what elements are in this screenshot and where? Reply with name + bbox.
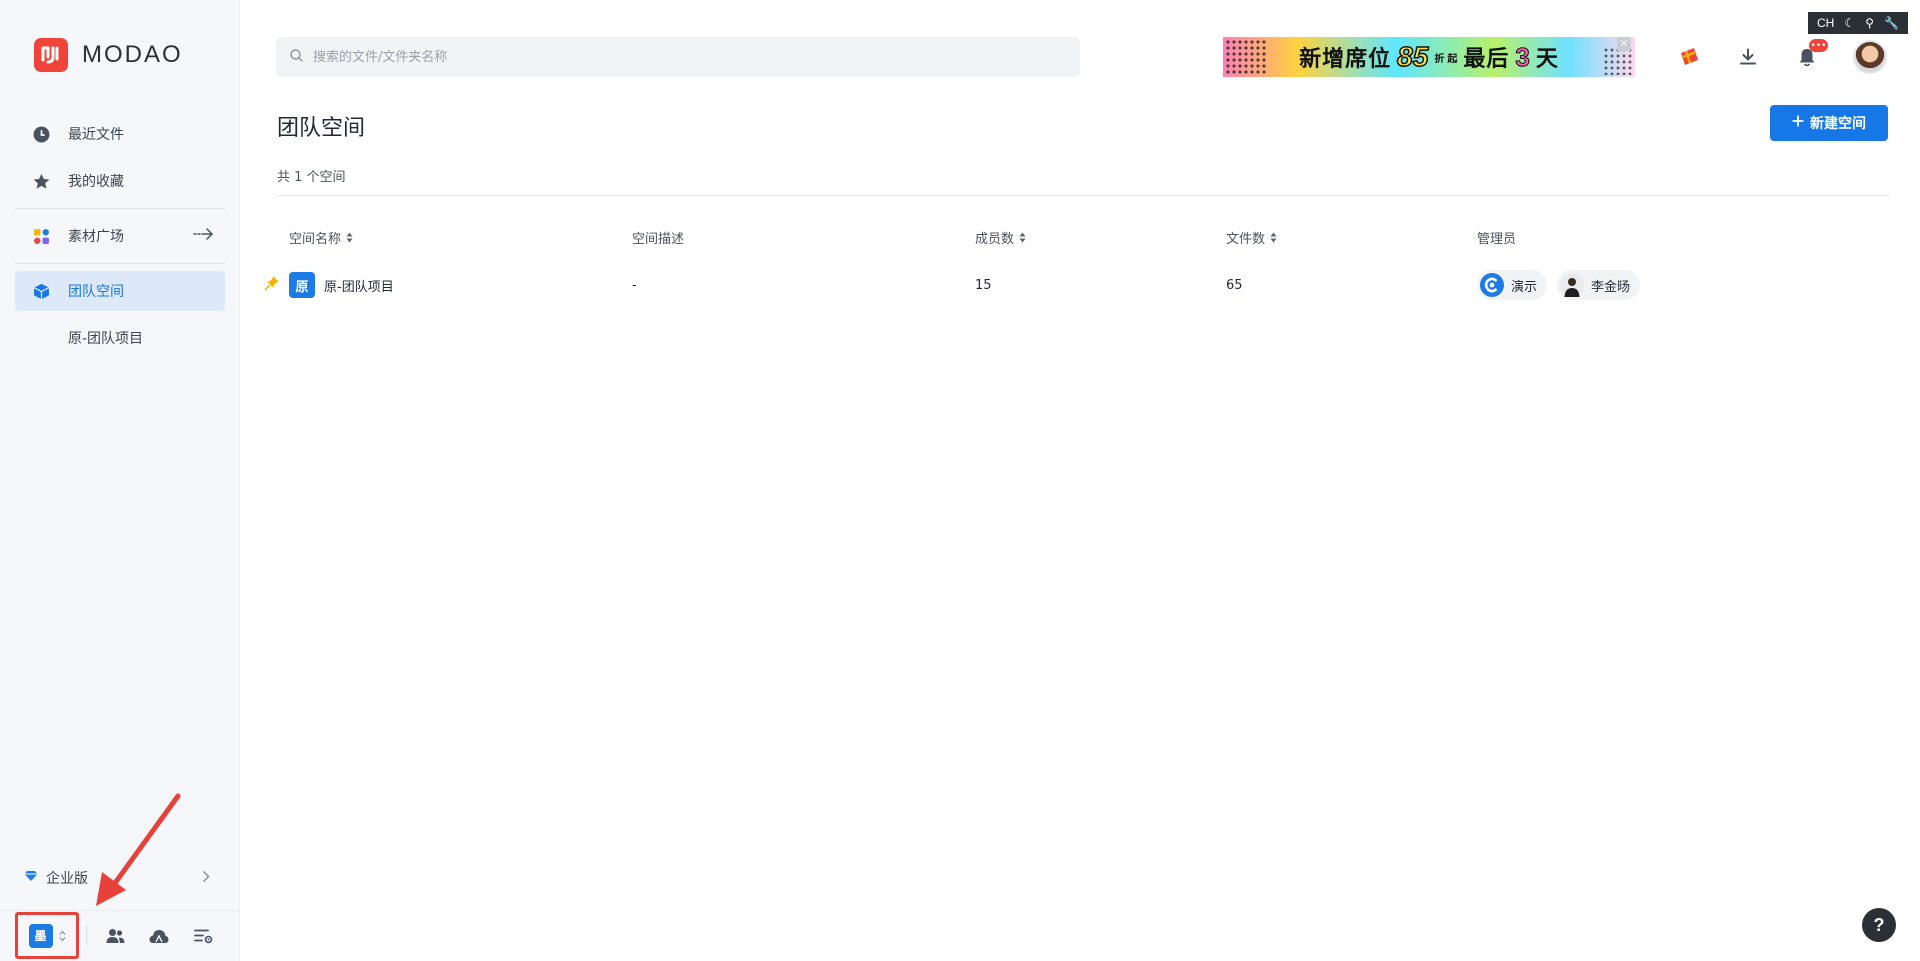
- space-name: 原-团队项目: [324, 279, 394, 295]
- column-header-admins: 管理员: [1477, 228, 1516, 247]
- promo-banner[interactable]: 新增席位 85 折 起 最后 3 天 ×: [1223, 37, 1635, 77]
- admin-avatar: [1560, 273, 1585, 297]
- admin-name: 李金旸: [1591, 279, 1631, 295]
- pin-icon[interactable]: [264, 275, 280, 295]
- nav-divider: [15, 208, 225, 209]
- star-icon: [32, 172, 50, 190]
- download-icon[interactable]: [1735, 44, 1761, 70]
- dev-toolbar[interactable]: CH ☾ ⚲ 🔧: [1808, 12, 1908, 34]
- column-header-files[interactable]: 文件数: [1226, 228, 1277, 247]
- banner-small-text: 折: [1434, 53, 1445, 65]
- chevron-right-icon: [202, 870, 210, 887]
- new-space-button[interactable]: 新建空间: [1770, 105, 1888, 141]
- banner-close-button[interactable]: ×: [1617, 37, 1631, 51]
- clock-icon: [32, 125, 50, 143]
- diamond-icon: [24, 870, 38, 886]
- cube-icon: [32, 282, 50, 300]
- notification-badge: •••: [1809, 39, 1828, 52]
- sidebar-item-label: 最近文件: [68, 127, 124, 143]
- logo[interactable]: MODAO: [34, 38, 183, 72]
- search-bar[interactable]: [276, 37, 1080, 77]
- wrench-icon[interactable]: 🔧: [1884, 16, 1899, 30]
- admin-name: 演示: [1511, 279, 1538, 295]
- sidebar-nav: 最近文件 我的收藏 素材广场 团队空间 原-团队项目: [15, 114, 225, 358]
- sidebar-item-team-space[interactable]: 团队空间: [15, 271, 225, 311]
- bottom-bar-divider: [86, 925, 87, 945]
- settings-list-icon[interactable]: [193, 926, 213, 946]
- column-label: 文件数: [1226, 232, 1266, 247]
- sidebar: MODAO 最近文件 我的收藏 素材广场 团队空间 原-团队项目 企业版: [0, 0, 240, 961]
- space-description: -: [632, 278, 637, 293]
- admin-chip[interactable]: 李金旸: [1557, 270, 1641, 300]
- banner-text: 天: [1535, 47, 1559, 72]
- file-count: 65: [1226, 278, 1243, 293]
- apps-icon: [32, 227, 50, 245]
- enterprise-link[interactable]: 企业版: [24, 866, 210, 890]
- admin-list: 演示 李金旸: [1477, 270, 1650, 300]
- column-header-members[interactable]: 成员数: [975, 228, 1026, 247]
- members-icon[interactable]: [105, 926, 125, 946]
- banner-small-text: 起: [1447, 53, 1458, 65]
- gift-icon[interactable]: [1676, 44, 1702, 70]
- modao-logo-icon: [34, 38, 68, 72]
- sidebar-item-recent[interactable]: 最近文件: [15, 114, 225, 154]
- space-count: 共 1 个空间: [277, 170, 346, 185]
- column-label: 空间名称: [289, 232, 342, 247]
- divider: [277, 195, 1889, 196]
- column-label: 空间描述: [632, 232, 685, 247]
- team-switcher[interactable]: 墨: [15, 912, 79, 959]
- sort-icon: [1019, 232, 1026, 243]
- sidebar-item-label: 我的收藏: [68, 174, 124, 190]
- sort-icon: [1270, 232, 1277, 243]
- search-input[interactable]: [313, 49, 1013, 65]
- brand-name: MODAO: [82, 41, 183, 68]
- cloud-icon[interactable]: [149, 926, 169, 946]
- nav-divider: [15, 263, 225, 264]
- column-label: 管理员: [1477, 232, 1517, 247]
- sidebar-item-label: 团队空间: [68, 284, 124, 300]
- banner-decoration: [1225, 39, 1267, 75]
- user-avatar[interactable]: [1853, 40, 1887, 74]
- banner-text: 最后: [1463, 47, 1510, 72]
- column-header-description: 空间描述: [632, 228, 684, 247]
- space-name-cell[interactable]: 原 原-团队项目: [289, 272, 394, 298]
- arrow-right-icon: [193, 227, 215, 245]
- search-icon: [290, 48, 303, 66]
- tool-icon[interactable]: ⚲: [1865, 16, 1874, 30]
- column-label: 成员数: [975, 232, 1015, 247]
- sidebar-item-label: 素材广场: [68, 229, 124, 245]
- space-badge: 原: [289, 272, 315, 298]
- banner-number: 85: [1396, 40, 1429, 73]
- sidebar-subitem-team-project[interactable]: 原-团队项目: [15, 318, 225, 358]
- column-header-name[interactable]: 空间名称: [289, 228, 353, 247]
- dev-toolbar-lang[interactable]: CH: [1817, 16, 1834, 30]
- sort-icon: [59, 930, 66, 942]
- sidebar-item-materials[interactable]: 素材广场: [15, 216, 225, 256]
- page-title: 团队空间: [277, 116, 366, 141]
- sort-icon: [346, 232, 353, 243]
- banner-number: 3: [1515, 41, 1531, 72]
- new-space-label: 新建空间: [1810, 116, 1866, 132]
- enterprise-label: 企业版: [46, 871, 88, 887]
- plus-icon: [1792, 115, 1804, 131]
- banner-text: 新增席位: [1299, 47, 1392, 72]
- admin-chip[interactable]: 演示: [1477, 270, 1548, 300]
- moon-icon[interactable]: ☾: [1844, 16, 1855, 30]
- sidebar-item-favorites[interactable]: 我的收藏: [15, 161, 225, 201]
- member-count: 15: [975, 278, 992, 293]
- admin-avatar-logo-icon: [1480, 273, 1504, 297]
- team-badge: 墨: [28, 923, 53, 948]
- help-button[interactable]: ?: [1862, 908, 1896, 942]
- banner-decoration: [1603, 47, 1633, 75]
